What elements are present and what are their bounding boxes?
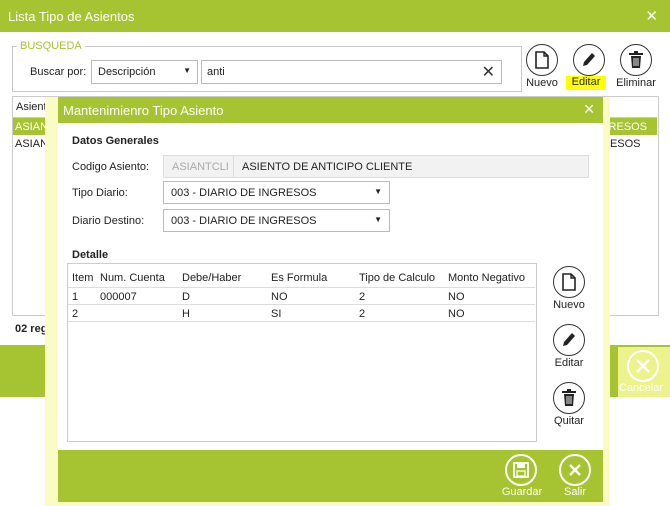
table-cell: 1 (72, 291, 79, 303)
clear-icon[interactable]: ✕ (482, 62, 495, 82)
outer-title-bar: Lista Tipo de Asientos ✕ (0, 0, 670, 32)
chevron-down-icon: ▼ (183, 66, 191, 75)
descripcion-field[interactable]: ASIENTO DE ANTICIPO CLIENTE (233, 155, 589, 178)
buscar-por-select[interactable]: Descripción ▼ (91, 60, 198, 84)
column-header: Debe/Haber (182, 272, 242, 284)
detalle-editar-label: Editar (554, 357, 584, 369)
tipo-diario-select[interactable]: 003 - DIARIO DE INGRESOS ▼ (163, 181, 390, 204)
busqueda-legend: BUSQUEDA (17, 40, 85, 52)
save-disk-icon (505, 454, 537, 486)
nuevo-file-icon[interactable] (526, 44, 558, 76)
modal-close-icon[interactable]: ✕ (583, 101, 595, 118)
outer-eliminar-label: Eliminar (616, 77, 656, 89)
divider (68, 304, 535, 305)
detalle-quitar-label: Quitar (554, 415, 584, 427)
column-header: Monto Negativo (448, 272, 526, 284)
cancelar-button[interactable]: Cancelar (618, 347, 670, 397)
codigo-asiento-value: ASIANTCLI (172, 161, 229, 173)
column-header: Tipo de Calculo (359, 272, 436, 284)
datos-generales-heading: Datos Generales (72, 135, 159, 147)
detalle-nuevo-file-icon[interactable] (553, 266, 585, 298)
table-cell: H (182, 308, 190, 320)
cancelar-label: Cancelar (618, 382, 664, 394)
search-input-value: anti (207, 66, 225, 78)
salir-button[interactable]: Salir (556, 453, 594, 501)
outer-close-icon[interactable]: ✕ (645, 7, 658, 25)
detalle-heading: Detalle (72, 249, 109, 261)
table-cell: NO (448, 308, 465, 320)
column-header: Item (72, 272, 94, 284)
modal-title: Mantenimienro Tipo Asiento (63, 103, 224, 118)
chevron-down-icon: ▼ (374, 215, 382, 224)
table-cell: 2 (359, 291, 366, 303)
outer-nuevo-label: Nuevo (526, 77, 558, 89)
divider (68, 321, 535, 322)
descripcion-value: ASIENTO DE ANTICIPO CLIENTE (242, 161, 413, 173)
guardar-label: Guardar (501, 486, 543, 498)
table-cell: NO (448, 291, 465, 303)
codigo-asiento-field: ASIANTCLI (163, 155, 235, 178)
buscar-por-value: Descripción (98, 66, 156, 78)
tipo-diario-label: Tipo Diario: (72, 187, 128, 199)
table-cell: 000007 (100, 291, 137, 303)
codigo-asiento-label: Codigo Asiento: (72, 161, 150, 173)
table-cell: SI (271, 308, 282, 320)
buscar-por-label: Buscar por: (30, 66, 87, 78)
divider (68, 287, 535, 288)
tipo-diario-value: 003 - DIARIO DE INGRESOS (171, 187, 317, 199)
close-x-icon (559, 454, 591, 486)
outer-editar-label: Editar (566, 76, 606, 90)
salir-label: Salir (563, 486, 586, 498)
detalle-table (67, 263, 537, 442)
eliminar-trash-icon[interactable] (620, 44, 652, 76)
table-cell: NO (271, 291, 288, 303)
diario-destino-label: Diario Destino: (72, 215, 145, 227)
diario-destino-select[interactable]: 003 - DIARIO DE INGRESOS ▼ (163, 209, 390, 232)
table-cell: 2 (72, 308, 79, 320)
diario-destino-value: 003 - DIARIO DE INGRESOS (171, 215, 317, 227)
editar-pencil-icon[interactable] (573, 44, 605, 76)
table-cell: 2 (359, 308, 366, 320)
outer-window-title: Lista Tipo de Asientos (8, 9, 135, 24)
detalle-nuevo-label: Nuevo (553, 299, 585, 311)
cancel-x-icon (627, 350, 659, 382)
detalle-editar-pencil-icon[interactable] (553, 324, 585, 356)
column-header: Es Formula (271, 272, 328, 284)
guardar-button[interactable]: Guardar (500, 453, 544, 501)
column-header: Num. Cuenta (100, 272, 165, 284)
search-input[interactable]: anti ✕ (201, 60, 502, 84)
detalle-quitar-trash-icon[interactable] (553, 382, 585, 414)
chevron-down-icon: ▼ (374, 187, 382, 196)
modal-title-bar: Mantenimienro Tipo Asiento ✕ (58, 97, 603, 123)
table-cell: D (182, 291, 190, 303)
